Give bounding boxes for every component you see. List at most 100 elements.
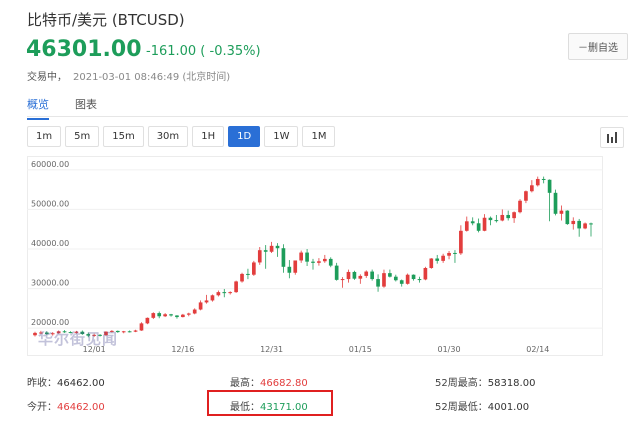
candle-body — [293, 260, 298, 273]
candle-body — [547, 179, 552, 193]
candle-body — [393, 276, 398, 281]
range-5m[interactable]: 5m — [65, 126, 100, 147]
candle-body — [388, 273, 392, 277]
watermark: 华尔街见闻 — [38, 330, 119, 348]
candle-body — [577, 220, 582, 229]
stat-label: 今开： — [27, 402, 57, 413]
candlestick-chart-icon[interactable] — [600, 127, 624, 148]
range-1w[interactable]: 1W — [264, 126, 299, 147]
trading-status: 交易中， 2021-03-01 08:46:49 (北京时间) — [27, 68, 230, 83]
range-1d[interactable]: 1D — [228, 126, 261, 147]
candle-body — [453, 252, 457, 254]
x-tick-label: 01/30 — [438, 345, 461, 354]
candle-body — [565, 210, 570, 225]
candle-body — [411, 274, 416, 280]
candle-body — [482, 217, 487, 231]
candle-body — [222, 292, 227, 294]
candle-body — [234, 281, 238, 293]
candle-body — [346, 271, 351, 280]
candle-body — [246, 273, 250, 275]
range-1mo[interactable]: 1M — [302, 126, 336, 147]
candle-body — [305, 252, 309, 262]
candle-body — [322, 258, 327, 262]
candle-body — [252, 262, 256, 275]
candle-body — [589, 223, 593, 225]
timestamp: 2021-03-01 08:46:49 (北京时间) — [73, 72, 231, 83]
stat-value: 46682.80 — [260, 378, 308, 389]
page-title: 比特币/美元 (BTCUSD) — [27, 11, 185, 29]
x-tick-label: 01/15 — [349, 345, 372, 354]
y-tick-label: 40000.00 — [31, 239, 69, 248]
candle-body — [263, 250, 268, 252]
candle-body — [405, 274, 410, 284]
candle-body — [423, 267, 428, 280]
status-label: 交易中， — [27, 72, 67, 83]
range-15m[interactable]: 15m — [103, 126, 144, 147]
candle-body — [210, 295, 215, 301]
candle-body — [382, 273, 386, 287]
candle-body — [328, 258, 333, 266]
candle-body — [240, 273, 244, 282]
candle-body — [169, 314, 173, 316]
highlight-box — [207, 390, 333, 416]
candle-body — [506, 214, 511, 219]
candle-body — [228, 292, 233, 294]
y-tick-label: 20000.00 — [31, 318, 69, 327]
candle-body — [121, 331, 126, 333]
candle-body — [216, 292, 221, 296]
candle-body — [364, 271, 369, 276]
candle-body — [464, 221, 469, 231]
candle-body — [459, 230, 463, 254]
candle-body — [175, 315, 179, 318]
candle-body — [470, 221, 475, 224]
price-change: -161.00 ( -0.35%) — [146, 44, 261, 59]
range-1h[interactable]: 1H — [192, 126, 225, 147]
y-tick-label: 60000.00 — [31, 160, 69, 169]
candle-body — [376, 279, 380, 287]
candle-body — [317, 261, 321, 263]
stat-prev-close: 昨收：46462.00 — [27, 374, 105, 389]
candle-body — [340, 279, 345, 281]
candle-body — [476, 223, 481, 231]
candle-body — [583, 223, 587, 229]
candle-body — [370, 271, 374, 280]
candle-body — [163, 314, 167, 317]
candle-body — [127, 331, 132, 333]
candle-body — [553, 192, 558, 214]
candle-body — [186, 313, 191, 315]
x-tick-label: 02/14 — [526, 345, 549, 354]
price-chart[interactable]: 20000.00 30000.00 40000.00 50000.00 60000.00… — [27, 156, 603, 356]
candle-body — [435, 258, 440, 261]
candle-body — [299, 252, 304, 261]
stat-high: 最高：46682.80 — [230, 374, 308, 389]
range-1m[interactable]: 1m — [27, 126, 62, 147]
x-tick-label: 12/16 — [171, 345, 194, 354]
remove-watchlist-button[interactable]: －删自选 — [568, 33, 628, 60]
candle-body — [571, 220, 576, 225]
candle-body — [524, 191, 528, 201]
stat-value: 46462.00 — [57, 402, 105, 413]
candle-body — [133, 330, 138, 332]
candle-body — [494, 220, 499, 222]
candle-body — [269, 245, 274, 252]
candle-body — [192, 309, 197, 314]
candle-body — [447, 252, 451, 256]
candle-body — [145, 317, 150, 324]
candle-body — [441, 255, 445, 261]
candle-body — [204, 300, 209, 303]
candle-body — [541, 178, 546, 180]
candle-body — [281, 248, 286, 267]
candle-body — [399, 280, 404, 284]
candle-body — [287, 266, 292, 273]
candle-body — [535, 178, 540, 186]
candle-body — [257, 250, 262, 263]
stat-value: 46462.00 — [57, 378, 105, 389]
current-price: 46301.00 — [26, 37, 142, 62]
candle-body — [530, 185, 534, 192]
candle-body — [429, 258, 434, 268]
stat-open: 今开：46462.00 — [27, 398, 105, 413]
candle-body — [275, 245, 280, 249]
range-30m[interactable]: 30m — [147, 126, 189, 147]
stat-label: 52周最低： — [435, 402, 488, 413]
stat-label: 最高： — [230, 378, 260, 389]
